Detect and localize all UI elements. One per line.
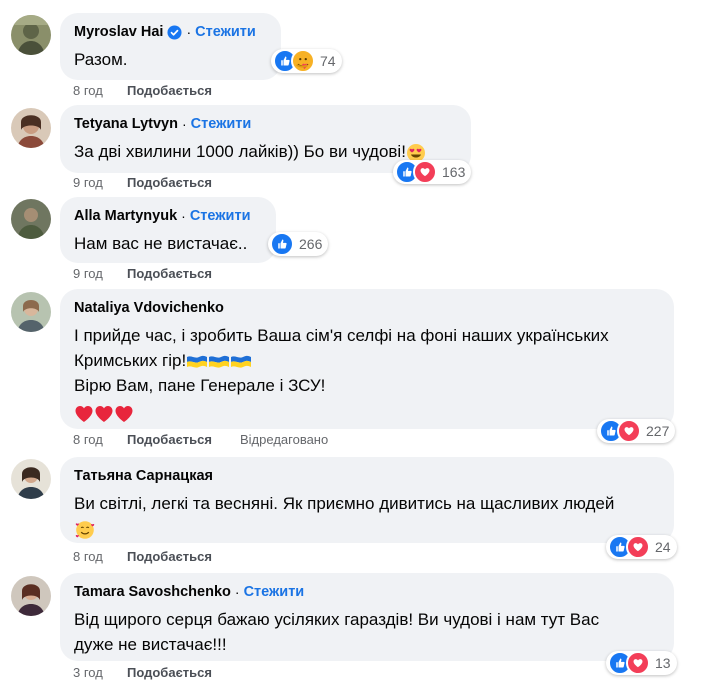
reaction-summary[interactable]: 227 [597, 419, 676, 443]
comment-text: Нам вас не вистачає.. [74, 234, 248, 253]
comment-time[interactable]: 8 год [73, 549, 127, 564]
hearts-row [74, 404, 660, 426]
reaction-count: 227 [646, 423, 670, 439]
avatar[interactable] [11, 292, 51, 332]
reaction-count: 24 [655, 539, 671, 555]
like-button[interactable]: Подобається [127, 175, 240, 190]
ukraine-flag-icon [230, 354, 252, 370]
avatar[interactable] [11, 108, 51, 148]
comment-bubble: Татьяна Сарнацкая Ви світлі, легкі та ве… [60, 457, 674, 543]
comment-text-line: дуже не вистачає!!! [74, 635, 227, 654]
separator-dot: · [186, 24, 192, 40]
avatar[interactable] [11, 459, 51, 499]
comment-text: Від щирого серця бажаю усіляких гараздів… [74, 607, 660, 657]
like-button[interactable]: Подобається [127, 549, 240, 564]
like-button[interactable]: Подобається [127, 266, 240, 281]
comment-bubble: Alla Martynyuk · Стежити Нам вас не вист… [60, 197, 276, 263]
comment-author[interactable]: Myroslav Hai [74, 24, 163, 40]
comment-text-content: Ви світлі, легкі та весняні. Як приємно … [74, 494, 615, 513]
like-reaction-icon [270, 232, 294, 256]
like-button[interactable]: Подобається [127, 432, 240, 447]
reaction-summary[interactable]: 266 [268, 232, 329, 256]
comment-text-line: І прийде час, і зробить Ваша сім'я селфі… [74, 326, 609, 345]
love-reaction-icon [626, 651, 650, 675]
comment-meta: 3 год Подобається [73, 665, 240, 680]
love-reaction-icon [413, 160, 437, 184]
reaction-count: 266 [299, 236, 323, 252]
comment-time[interactable]: 9 год [73, 266, 127, 281]
comment-meta: 9 год Подобається [73, 175, 240, 190]
separator-dot: · [181, 116, 187, 132]
comment-author[interactable]: Tamara Savoshchenko [74, 584, 231, 600]
comment-meta: 9 год Подобається [73, 266, 240, 281]
red-heart-icon [74, 404, 94, 424]
follow-button[interactable]: Стежити [195, 24, 256, 40]
comment-author[interactable]: Tetyana Lytvyn [74, 116, 178, 132]
avatar[interactable] [11, 15, 51, 55]
like-button[interactable]: Подобається [127, 665, 240, 680]
comment-bubble: Nataliya Vdovichenko І прийде час, і зро… [60, 289, 674, 429]
reaction-summary[interactable]: 13 [606, 651, 677, 675]
separator-dot: · [234, 584, 240, 600]
comment-bubble: Tamara Savoshchenko · Стежити Від щирого… [60, 573, 674, 661]
smiling-face-with-hearts-icon [74, 519, 96, 541]
avatar[interactable] [11, 199, 51, 239]
comment-text-line: Вірю Вам, пане Генерале і ЗСУ! [74, 376, 326, 395]
comment-time[interactable]: 8 год [73, 83, 127, 98]
reaction-count: 163 [442, 164, 466, 180]
comment-author[interactable]: Татьяна Сарнацкая [74, 468, 213, 484]
comment-meta: 8 год Подобається Відредаговано [73, 432, 328, 447]
comment-text: Разом. [74, 50, 128, 69]
verified-icon [167, 25, 182, 40]
comment-text-line: Кримських гір! [74, 351, 187, 370]
comment-bubble: Myroslav Hai · Стежити Разом. [60, 13, 281, 80]
like-button[interactable]: Подобається [127, 83, 240, 98]
reaction-summary[interactable]: 74 [271, 49, 342, 73]
comment-meta: 8 год Подобається [73, 549, 240, 564]
comment-meta: 8 год Подобається [73, 83, 240, 98]
comment-text-line: Від щирого серця бажаю усіляких гараздів… [74, 610, 600, 629]
comment-author[interactable]: Nataliya Vdovichenko [74, 300, 224, 316]
ukraine-flag-icon [186, 354, 208, 370]
care-reaction-icon [291, 49, 315, 73]
follow-button[interactable]: Стежити [190, 208, 251, 224]
follow-button[interactable]: Стежити [244, 584, 305, 600]
red-heart-icon [114, 404, 134, 424]
follow-button[interactable]: Стежити [191, 116, 252, 132]
comment-time[interactable]: 9 год [73, 175, 127, 190]
reaction-summary[interactable]: 24 [606, 535, 677, 559]
red-heart-icon [94, 404, 114, 424]
reaction-count: 74 [320, 53, 336, 69]
comment-time[interactable]: 8 год [73, 432, 127, 447]
comment-text: І прийде час, і зробить Ваша сім'я селфі… [74, 323, 660, 398]
love-reaction-icon [617, 419, 641, 443]
comment-time[interactable]: 3 год [73, 665, 127, 680]
separator-dot: · [181, 208, 186, 224]
reaction-count: 13 [655, 655, 671, 671]
ukraine-flag-icon [208, 354, 230, 370]
comment-author[interactable]: Alla Martynyuk [74, 208, 177, 224]
love-reaction-icon [626, 535, 650, 559]
reaction-summary[interactable]: 163 [393, 160, 472, 184]
avatar[interactable] [11, 576, 51, 616]
comment-text: Ви світлі, легкі та весняні. Як приємно … [74, 491, 660, 541]
edited-label[interactable]: Відредаговано [240, 432, 328, 447]
comment-text-content: За дві хвилини 1000 лайків)) Бо ви чудов… [74, 142, 406, 161]
